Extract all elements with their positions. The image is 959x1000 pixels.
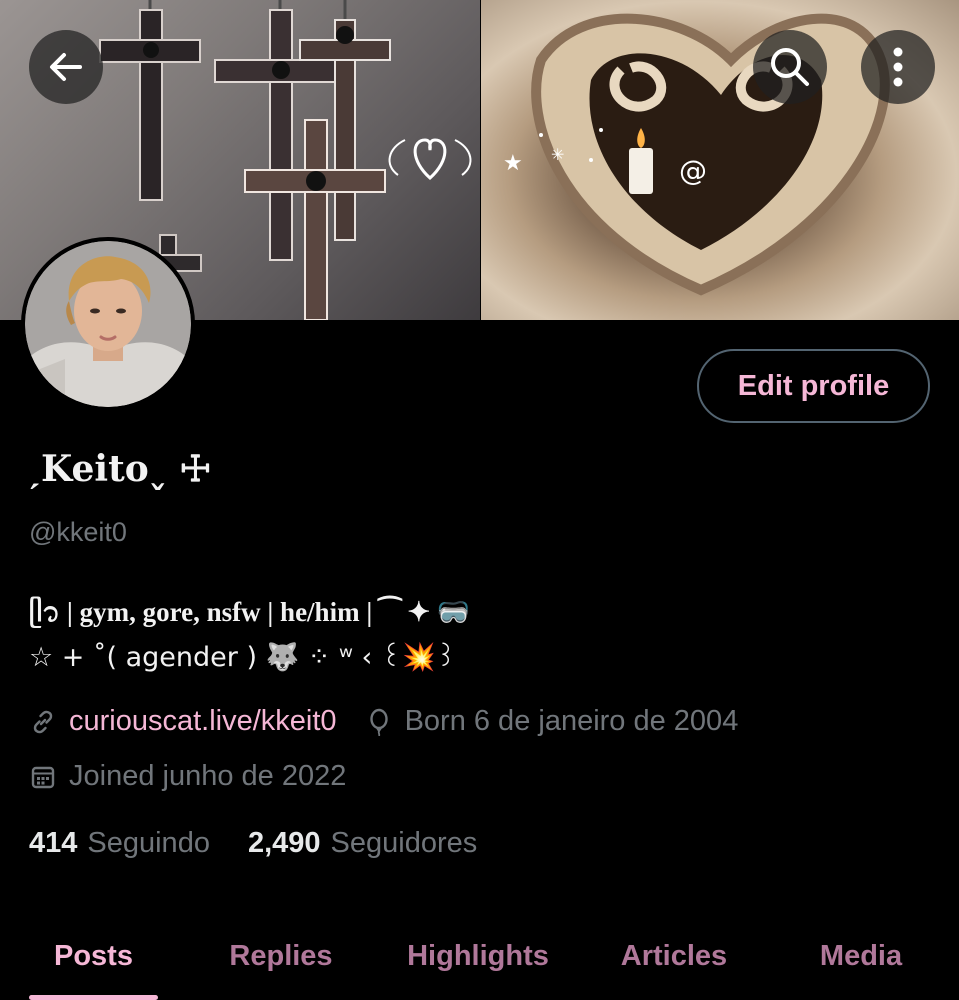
- arrow-left-icon: [50, 53, 82, 81]
- tab-highlights[interactable]: Highlights: [393, 912, 563, 1000]
- calendar-icon: [29, 763, 57, 791]
- username-handle: @kkeit0: [29, 517, 127, 547]
- bio-line-1: ᥫ᭡ | gym, gore, nsfw | he/him | ⁀ ✦ 🥽: [29, 597, 471, 627]
- profile-tabs: Posts Replies Highlights Articles Media: [0, 912, 959, 1000]
- active-tab-indicator: [29, 995, 158, 1000]
- tab-media[interactable]: Media: [806, 912, 916, 1000]
- followers-count: 2,490: [247, 827, 321, 859]
- edit-profile-button[interactable]: Edit profile: [697, 349, 930, 423]
- profile-meta-row: curiouscat.live/kkeit0 Born 6 de janeiro…: [29, 705, 738, 738]
- website-link[interactable]: curiouscat.live/kkeit0: [69, 705, 337, 738]
- search-icon: [771, 48, 809, 86]
- display-name: ˏKeito˯ ☩: [29, 448, 212, 490]
- followers-label: Seguidores: [330, 827, 478, 859]
- balloon-icon: [365, 708, 393, 736]
- avatar-photo: [25, 241, 191, 407]
- tab-replies[interactable]: Replies: [216, 912, 346, 1000]
- svg-text:@: @: [679, 154, 707, 187]
- following-count: 414: [29, 827, 78, 859]
- svg-text:★: ★: [503, 151, 523, 176]
- following-label: Seguindo: [87, 827, 210, 859]
- back-button[interactable]: [29, 30, 103, 104]
- follow-stats: 414 Seguindo 2,490 Seguidores: [29, 827, 477, 860]
- bio-line-2: ☆ + ˚( agender ) 🐺 ⁘ ʷ ‹ ꒰💥꒱: [29, 642, 457, 673]
- tab-articles[interactable]: Articles: [606, 912, 742, 1000]
- svg-text:✳: ✳: [551, 145, 564, 164]
- born-text: Born 6 de janeiro de 2004: [404, 705, 739, 737]
- link-icon: [29, 708, 57, 736]
- following-stat[interactable]: 414 Seguindo: [29, 827, 210, 860]
- followers-stat[interactable]: 2,490 Seguidores: [248, 827, 477, 860]
- birthdate: Born 6 de janeiro de 2004: [365, 705, 739, 738]
- joined-text: Joined junho de 2022: [69, 760, 347, 792]
- profile-avatar[interactable]: [21, 237, 195, 411]
- avatar-portrait: [25, 241, 191, 407]
- more-options-button[interactable]: [861, 30, 935, 104]
- joined-row: Joined junho de 2022: [29, 760, 346, 793]
- search-button[interactable]: [753, 30, 827, 104]
- tab-posts[interactable]: Posts: [29, 912, 158, 1000]
- more-vertical-icon: [893, 47, 903, 87]
